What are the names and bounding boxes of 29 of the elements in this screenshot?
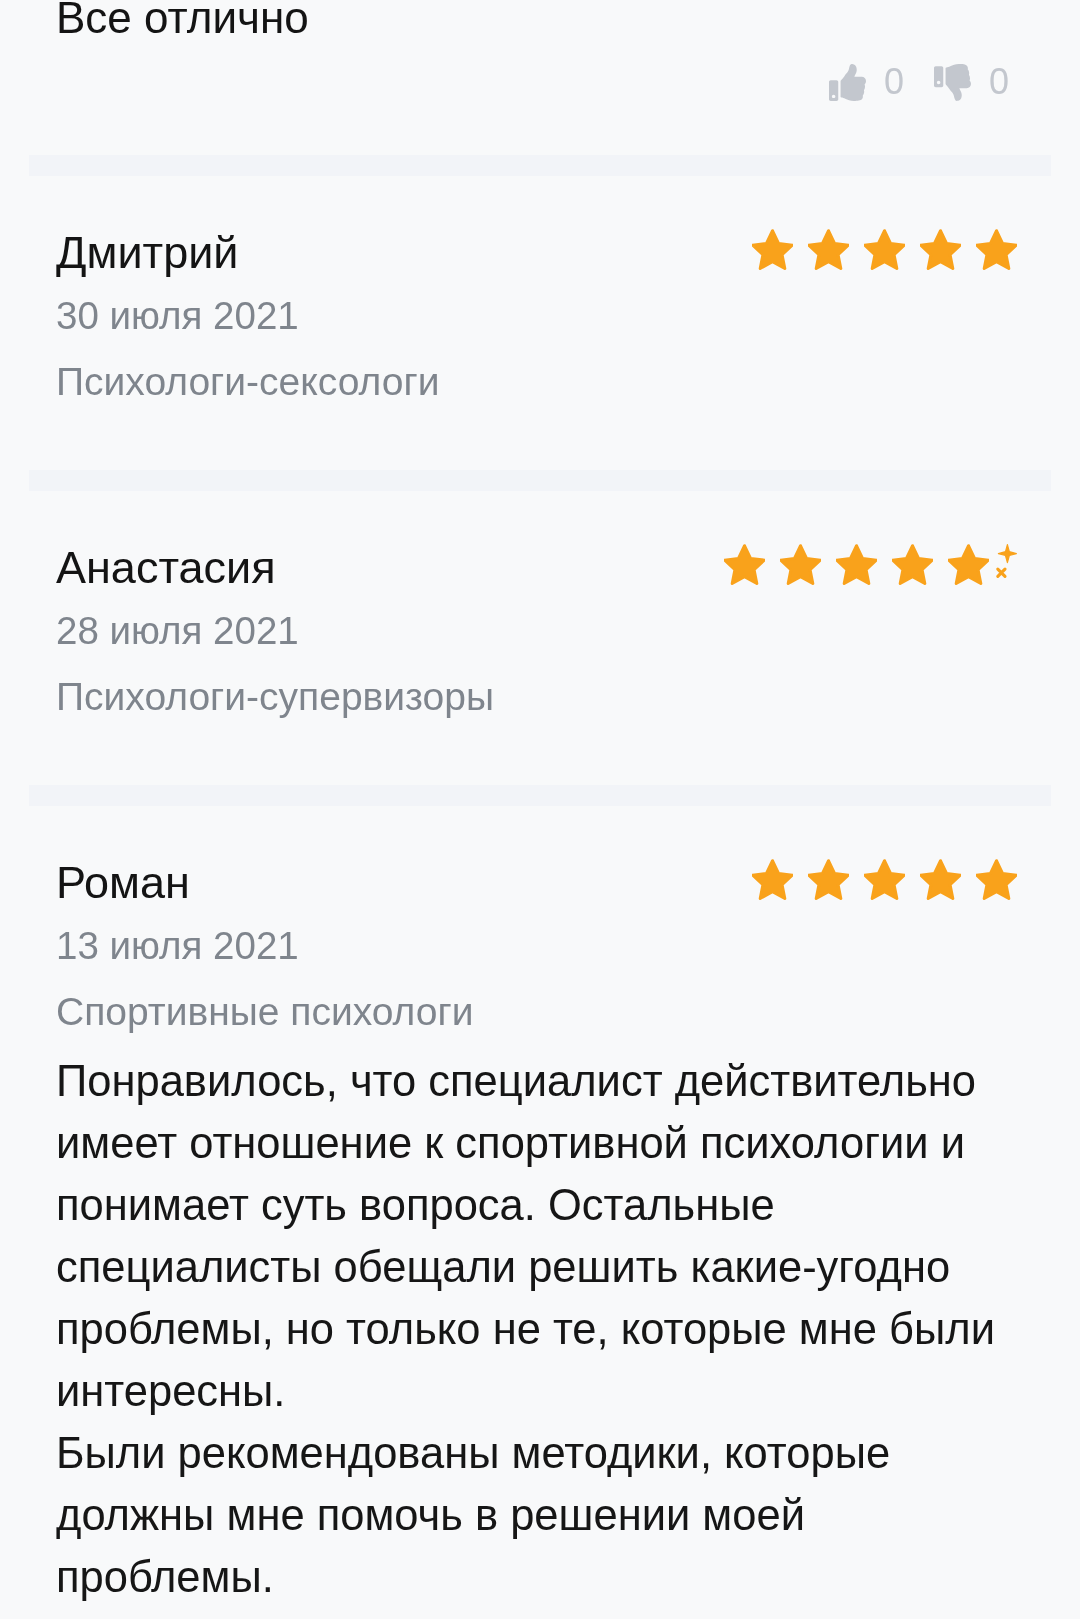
review-date: 28 июля 2021 [56, 609, 300, 653]
star-icon [920, 859, 961, 900]
star-icon [892, 544, 933, 585]
review-text: Все отлично [56, 0, 310, 40]
review-date: 30 июля 2021 [56, 294, 300, 338]
star-icon [948, 544, 989, 585]
star-icon [752, 229, 793, 270]
star-icon [836, 544, 877, 585]
reviewer-name: Дмитрий [56, 228, 240, 278]
star-icon [976, 229, 1017, 270]
review-text: Понравилось, что специалист действительно имеет отношение к спортивной психологии и понимает суть вопроса. Остальные специалисты обещали решить какие-угодно проблемы, но только не те, которые мне были интересны. [56, 1056, 996, 1417]
star-icon [752, 859, 793, 900]
star-icon [864, 229, 905, 270]
review-text: Были рекомендованы методики, которые должны мне помочь в решении моей проблемы. [56, 1428, 892, 1603]
star-icon [808, 229, 849, 270]
review-category: Спортивные психологи [56, 990, 474, 1034]
thumbs-down-icon [933, 63, 971, 101]
star-icon [724, 544, 765, 585]
star-icon [808, 859, 849, 900]
star-icon [780, 544, 821, 585]
star-icon [920, 229, 961, 270]
star-icon [864, 859, 905, 900]
star-icon [976, 859, 1017, 900]
reviewer-name: Анастасия [56, 543, 277, 593]
review-category: Психологи-сексологи [56, 360, 440, 404]
reviewer-name: Роман [56, 858, 191, 908]
review-date: 13 июля 2021 [56, 924, 300, 968]
review-category: Психологи-супервизоры [56, 675, 494, 719]
thumbs-up-icon [828, 63, 866, 101]
